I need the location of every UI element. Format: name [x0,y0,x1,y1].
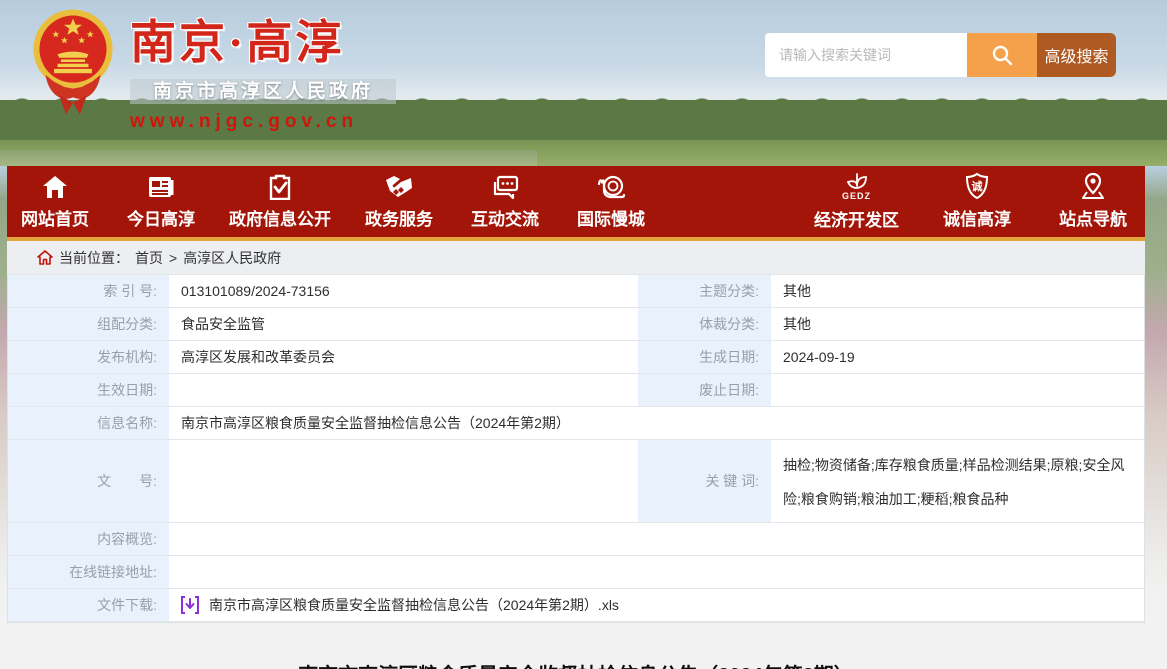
chat-icon [491,174,519,200]
article-title: 南京市高淳区粮食质量安全监督抽检信息公告（2024年第2期） [7,659,1145,669]
field-value-publish-date: 2024-09-19 [771,341,1144,374]
nav-item-integrity[interactable]: 诚 诚信高淳 [939,172,1015,231]
nav-label: 经济开发区 [814,206,899,231]
field-value-doc-no [169,440,638,523]
snail-icon [596,174,626,200]
field-label-summary: 内容概览: [8,523,169,556]
nav-group-left: 网站首页 今日高淳 政府信息公开 [17,174,649,230]
search-input[interactable] [765,33,967,77]
news-icon [147,174,175,200]
field-value-publisher: 高淳区发展和改革委员会 [169,341,638,374]
field-value-effective-date [169,374,638,407]
field-label-expiry-date: 废止日期: [638,374,771,407]
nav-label: 网站首页 [21,205,89,230]
article-section: 南京市高淳区粮食质量安全监督抽检信息公告（2024年第2期） [7,623,1145,669]
site-name: 南京·高淳 [130,6,430,72]
attachment-link[interactable]: 南京市高淳区粮食质量安全监督抽检信息公告（2024年第2期）.xls [181,595,619,615]
nav-label: 国际慢城 [577,205,645,230]
advanced-search-button[interactable]: 高级搜索 [1037,33,1116,77]
field-label-file-download: 文件下载: [8,589,169,622]
handshake-icon [384,174,414,200]
field-label-info-name: 信息名称: [8,407,169,440]
breadcrumb-prefix: 当前位置： [59,248,129,268]
site-url: www.njgc.gov.cn [130,111,430,133]
nav-item-gov-services[interactable]: 政务服务 [361,174,437,230]
main-wrapper: 网站首页 今日高淳 政府信息公开 [7,166,1145,669]
nav-label: 诚信高淳 [943,205,1011,230]
nav-item-economic-zone[interactable]: GEDZ 经济开发区 [814,172,899,231]
field-label-publisher: 发布机构: [8,341,169,374]
search-button[interactable] [967,33,1037,77]
nav-label: 政务服务 [365,205,433,230]
attachment-file-name: 南京市高淳区粮食质量安全监督抽检信息公告（2024年第2期）.xls [209,595,619,615]
site-brand: 南京·高淳 南京市高淳区人民政府 www.njgc.gov.cn [130,6,430,133]
breadcrumb-separator: > [169,250,177,266]
field-label-keywords: 关 键 词: [638,440,771,523]
download-icon [181,596,199,614]
field-label-publish-date: 生成日期: [638,341,771,374]
site-header: 南京·高淳 南京市高淳区人民政府 www.njgc.gov.cn 高级搜索 [0,0,1167,166]
nav-item-home[interactable]: 网站首页 [17,174,93,230]
field-label-effective-date: 生效日期: [8,374,169,407]
nav-item-site-map[interactable]: 站点导航 [1055,172,1131,231]
site-search: 高级搜索 [765,33,1116,77]
gedz-badge: GEDZ [842,191,871,201]
field-value-genre: 其他 [771,308,1144,341]
clipboard-check-icon [267,174,293,200]
breadcrumb-link-home[interactable]: 首页 [135,248,163,268]
nav-label: 互动交流 [471,205,539,230]
integrity-shield-icon: 诚 [964,172,990,200]
nav-item-today[interactable]: 今日高淳 [123,174,199,230]
field-label-doc-no: 文 号: [8,440,169,523]
search-icon [990,43,1014,67]
nav-label: 今日高淳 [127,205,195,230]
home-icon [41,174,69,200]
field-value-expiry-date [771,374,1144,407]
field-value-summary [169,523,1144,556]
nav-item-gov-info[interactable]: 政府信息公开 [229,174,331,230]
national-emblem-logo [30,4,116,120]
svg-text:诚: 诚 [972,179,983,193]
field-label-topic: 主题分类: [638,275,771,308]
info-table: 索 引 号: 013101089/2024-73156 主题分类: 其他 组配分… [7,274,1145,623]
breadcrumb: 当前位置： 首页 > 高淳区人民政府 [7,241,1145,274]
location-pin-icon [1079,172,1107,200]
field-value-online-link [169,556,1144,589]
field-label-index-no: 索 引 号: [8,275,169,308]
field-label-genre: 体裁分类: [638,308,771,341]
field-label-group: 组配分类: [8,308,169,341]
breadcrumb-home-icon [37,250,53,265]
field-label-online-link: 在线链接地址: [8,556,169,589]
field-value-file-download: 南京市高淳区粮食质量安全监督抽检信息公告（2024年第2期）.xls [169,589,1144,622]
nav-label: 政府信息公开 [229,205,331,230]
nav-item-slow-city[interactable]: 国际慢城 [573,174,649,230]
field-value-index-no: 013101089/2024-73156 [169,275,638,308]
nav-group-right: GEDZ 经济开发区 诚 诚信高淳 站点导航 [814,172,1131,231]
field-value-info-name: 南京市高淳区粮食质量安全监督抽检信息公告（2024年第2期） [169,407,1144,440]
header-landscape-lake [0,150,537,166]
nav-label: 站点导航 [1059,205,1127,230]
gedz-icon [844,172,870,190]
site-subtitle: 南京市高淳区人民政府 [130,79,396,104]
main-navigation: 网站首页 今日高淳 政府信息公开 [7,166,1145,241]
nav-item-interaction[interactable]: 互动交流 [467,174,543,230]
field-value-topic: 其他 [771,275,1144,308]
field-value-keywords: 抽检;物资储备;库存粮食质量;样品检测结果;原粮;安全风险;粮食购销;粮油加工;… [771,440,1144,523]
field-value-group: 食品安全监管 [169,308,638,341]
breadcrumb-link-current[interactable]: 高淳区人民政府 [183,248,281,268]
